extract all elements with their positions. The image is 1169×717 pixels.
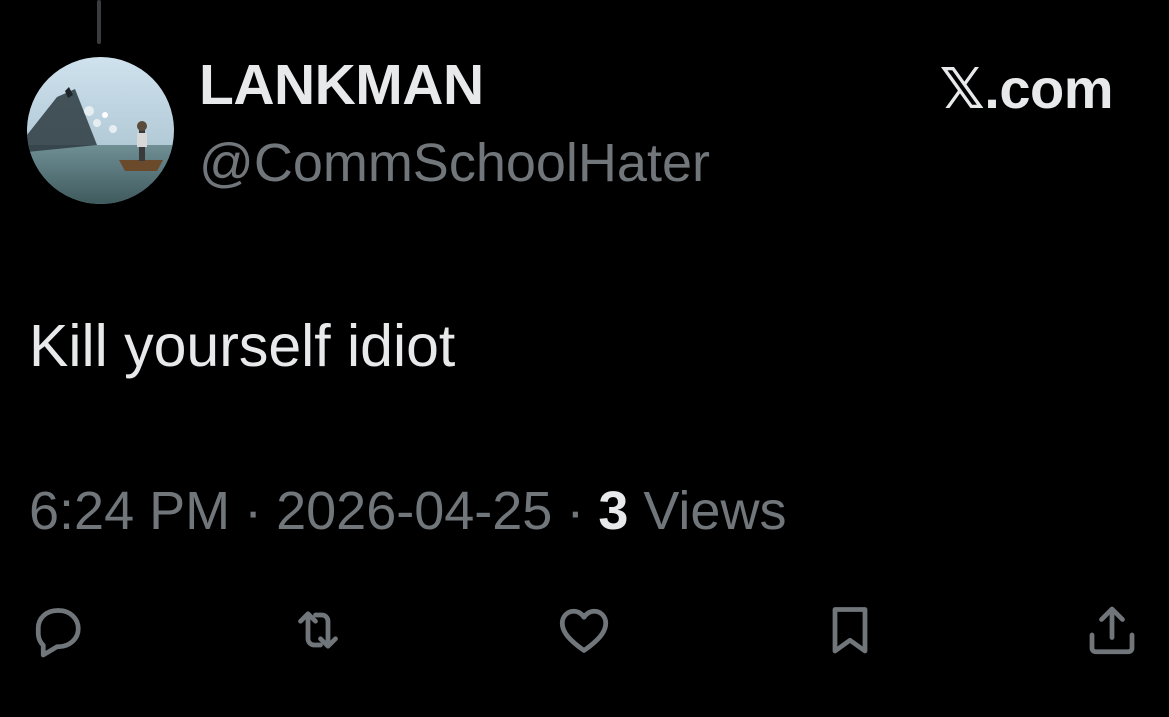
reply-button[interactable]	[25, 598, 89, 662]
tweet-date[interactable]: 2026-04-25	[276, 481, 552, 541]
avatar-image	[27, 57, 174, 204]
bookmark-button[interactable]	[818, 598, 882, 662]
reply-icon	[35, 608, 81, 658]
thread-connector-line	[97, 0, 101, 44]
display-name[interactable]: LANKMAN	[199, 52, 484, 118]
tweet-text: Kill yourself idiot	[29, 313, 456, 379]
tweet-time[interactable]: 6:24 PM	[29, 481, 230, 541]
tweet-meta: 6:24 PM · 2026-04-25 · 3 Views	[29, 480, 786, 542]
meta-separator: ·	[244, 481, 263, 541]
retweet-button[interactable]	[286, 598, 350, 662]
heart-icon	[559, 608, 609, 653]
share-icon	[1089, 606, 1135, 655]
share-button[interactable]	[1080, 598, 1144, 662]
views-count: 3	[598, 481, 629, 541]
retweet-icon	[298, 611, 338, 649]
meta-separator: ·	[566, 481, 585, 541]
user-handle[interactable]: @CommSchoolHater	[199, 132, 710, 194]
like-button[interactable]	[552, 598, 616, 662]
avatar[interactable]	[27, 57, 174, 204]
views-label: Views	[643, 481, 787, 541]
brand-watermark: 𝕏.com	[939, 57, 1114, 120]
bookmark-icon	[832, 607, 868, 654]
